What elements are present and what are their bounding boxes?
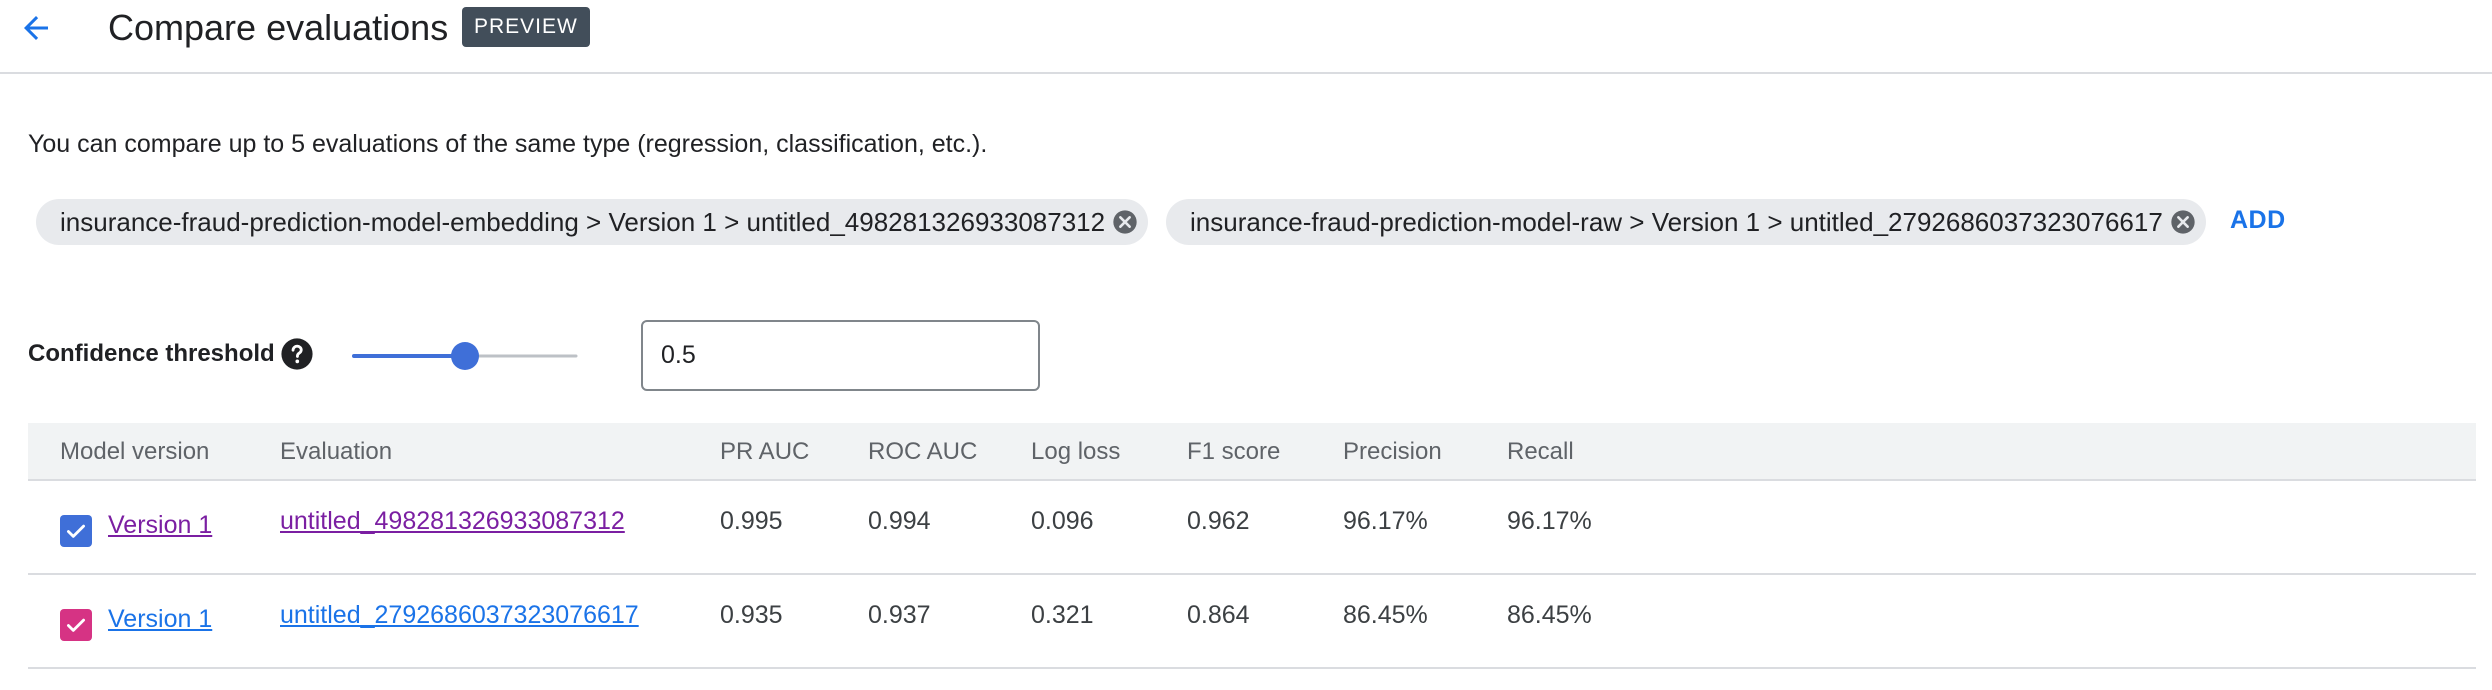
chip-remove-button[interactable] bbox=[2166, 205, 2200, 239]
back-button[interactable] bbox=[14, 6, 58, 50]
column-header-evaluation[interactable]: Evaluation bbox=[280, 423, 392, 481]
evaluation-chip: insurance-fraud-prediction-model-raw > V… bbox=[1166, 199, 2206, 245]
confidence-threshold-input[interactable] bbox=[641, 320, 1040, 391]
chip-label: insurance-fraud-prediction-model-raw > V… bbox=[1190, 206, 2163, 237]
evaluation-link[interactable]: untitled_2792686037323076617 bbox=[280, 597, 639, 633]
table-header: Model version Evaluation PR AUC ROC AUC … bbox=[28, 423, 2476, 481]
chip-remove-button[interactable] bbox=[1108, 205, 1142, 239]
precision-cell: 96.17% bbox=[1343, 507, 1428, 535]
row-checkbox[interactable] bbox=[60, 609, 92, 641]
model-version-link[interactable]: Version 1 bbox=[108, 601, 212, 637]
column-header-pr-auc[interactable]: PR AUC bbox=[720, 423, 809, 481]
column-header-log-loss[interactable]: Log loss bbox=[1031, 423, 1120, 481]
recall-cell: 86.45% bbox=[1507, 601, 1592, 629]
f1-score-cell: 0.962 bbox=[1187, 507, 1250, 535]
log-loss-cell: 0.321 bbox=[1031, 601, 1094, 629]
add-evaluation-button[interactable]: ADD bbox=[2230, 202, 2286, 238]
intro-text: You can compare up to 5 evaluations of t… bbox=[28, 130, 988, 158]
log-loss-cell: 0.096 bbox=[1031, 507, 1094, 535]
precision-cell: 86.45% bbox=[1343, 601, 1428, 629]
f1-score-cell: 0.864 bbox=[1187, 601, 1250, 629]
column-header-recall[interactable]: Recall bbox=[1507, 423, 1574, 481]
confidence-slider[interactable] bbox=[350, 338, 580, 374]
evaluations-table: Model version Evaluation PR AUC ROC AUC … bbox=[28, 423, 2476, 669]
column-header-roc-auc[interactable]: ROC AUC bbox=[868, 423, 977, 481]
check-icon bbox=[67, 524, 85, 538]
close-circle-icon bbox=[1113, 210, 1137, 234]
check-icon bbox=[67, 618, 85, 632]
confidence-threshold-label: Confidence threshold bbox=[28, 340, 275, 367]
arrow-back-icon bbox=[24, 16, 48, 40]
close-circle-icon bbox=[2171, 210, 2195, 234]
column-header-model-version[interactable]: Model version bbox=[60, 423, 209, 481]
pr-auc-cell: 0.995 bbox=[720, 507, 783, 535]
evaluation-link[interactable]: untitled_498281326933087312 bbox=[280, 503, 625, 539]
page-title: Compare evaluations bbox=[108, 7, 449, 48]
table-row: Version 1 untitled_2792686037323076617 0… bbox=[28, 575, 2476, 669]
roc-auc-cell: 0.994 bbox=[868, 507, 931, 535]
row-checkbox[interactable] bbox=[60, 515, 92, 547]
roc-auc-cell: 0.937 bbox=[868, 601, 931, 629]
model-version-link[interactable]: Version 1 bbox=[108, 507, 212, 543]
page-header: Compare evaluations PREVIEW bbox=[0, 0, 2492, 74]
help-circle-icon[interactable] bbox=[280, 337, 314, 371]
recall-cell: 96.17% bbox=[1507, 507, 1592, 535]
column-header-precision[interactable]: Precision bbox=[1343, 423, 1442, 481]
pr-auc-cell: 0.935 bbox=[720, 601, 783, 629]
table-row: Version 1 untitled_498281326933087312 0.… bbox=[28, 481, 2476, 575]
chip-label: insurance-fraud-prediction-model-embeddi… bbox=[60, 206, 1106, 237]
column-header-f1-score[interactable]: F1 score bbox=[1187, 423, 1280, 481]
slider-thumb[interactable] bbox=[451, 342, 479, 370]
preview-badge: PREVIEW bbox=[462, 7, 590, 47]
evaluation-chip: insurance-fraud-prediction-model-embeddi… bbox=[36, 199, 1148, 245]
